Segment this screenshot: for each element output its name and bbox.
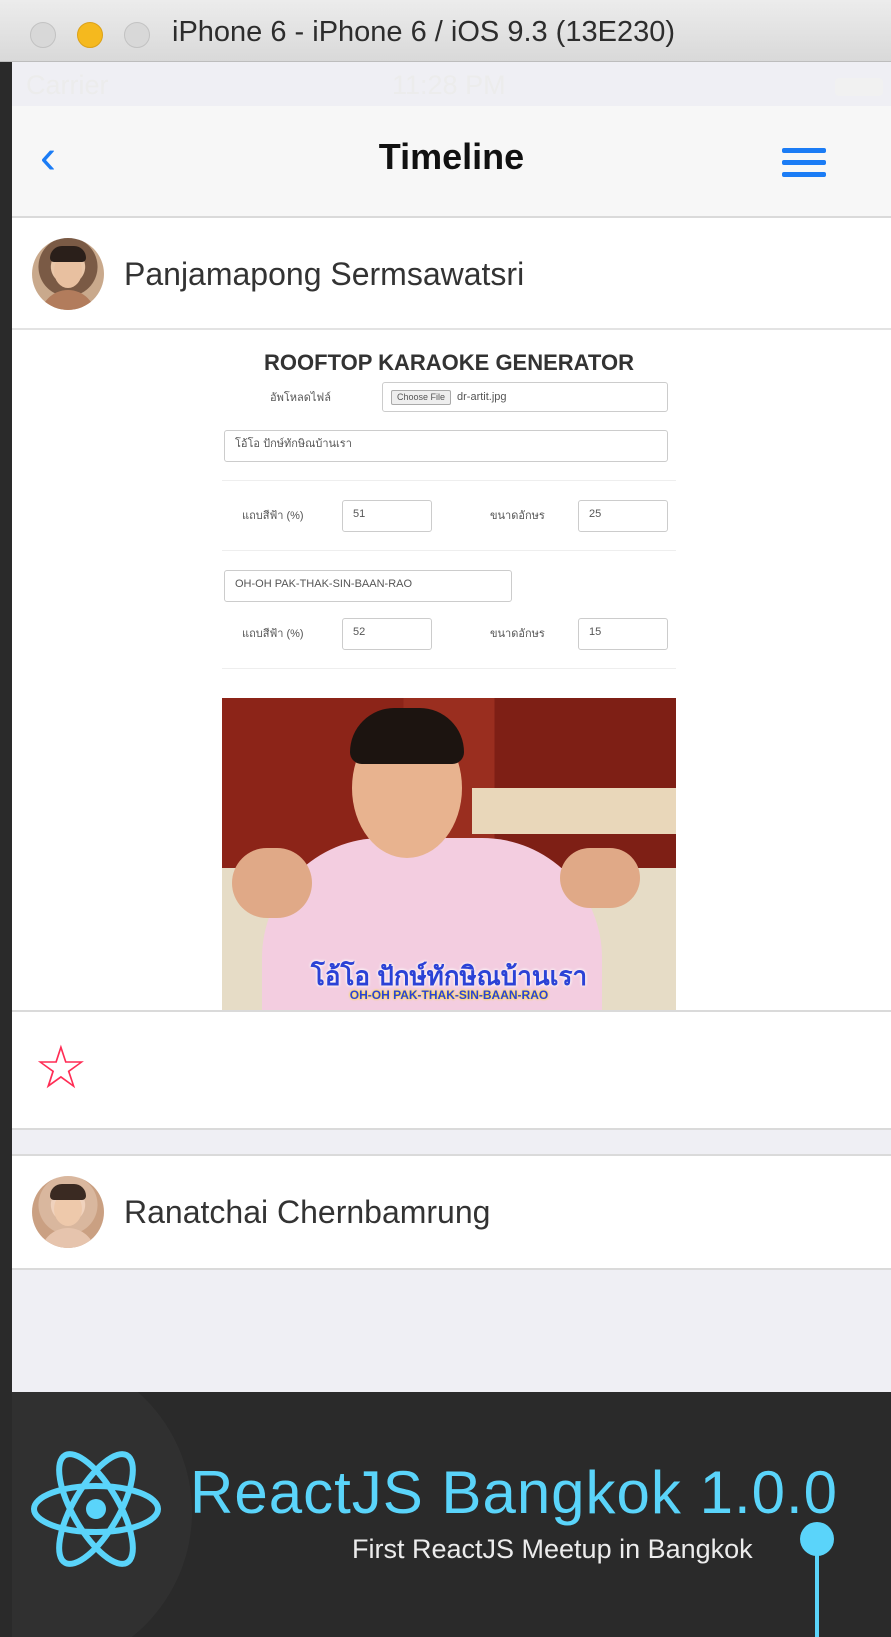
photo-hand-right — [560, 848, 640, 908]
font-size-input: 15 — [578, 618, 668, 650]
karaoke-subtitle-roman: OH-OH PAK-THAK-SIN-BAAN-RAO — [349, 988, 549, 1002]
choose-file-button: Choose File — [391, 390, 452, 405]
carrier-label: Carrier — [26, 70, 109, 100]
post-header[interactable]: Ranatchai Chernbamrung — [12, 1156, 891, 1268]
roman-text-input: OH-OH PAK-THAK-SIN-BAAN-RAO — [224, 570, 512, 602]
font-size-label: ขนาดอักษร — [490, 628, 545, 640]
window-close-button[interactable] — [30, 22, 56, 48]
divider — [222, 550, 676, 551]
hamburger-menu-icon[interactable] — [782, 148, 826, 184]
form-title: ROOFTOP KARAOKE GENERATOR — [264, 350, 634, 375]
bar-percent-input: 52 — [342, 618, 432, 650]
menu-line — [782, 172, 826, 177]
upload-label: อัพโหลดไฟล์ — [270, 392, 331, 404]
banner-subtitle: First ReactJS Meetup in Bangkok — [352, 1534, 753, 1564]
post-actions: ☆ — [12, 1010, 891, 1128]
react-logo-icon — [31, 1451, 161, 1567]
window-title: iPhone 6 - iPhone 6 / iOS 9.3 (13E230) — [172, 16, 675, 48]
timeline-post: Ranatchai Chernbamrung — [12, 1154, 891, 1270]
karaoke-form-screenshot: ROOFTOP KARAOKE GENERATOR อัพโหลดไฟล์ Ch… — [222, 344, 676, 704]
timeline-post: Panjamapong Sermsawatsri ROOFTOP KARAOKE… — [12, 216, 891, 1130]
karaoke-photo: โอ้โอ ปักษ์ทักษิณบ้านเรา OH-OH PAK-THAK-… — [222, 698, 676, 1016]
file-name: dr-artit.jpg — [457, 391, 507, 403]
thai-text-input: โอ้โอ ปักษ์ทักษิณบ้านเรา — [224, 430, 668, 462]
avatar-body — [40, 290, 96, 310]
avatar-hair — [50, 246, 86, 262]
star-icon[interactable]: ☆ — [34, 1038, 88, 1098]
bar-percent-label: แถบสีฟ้า (%) — [242, 628, 304, 640]
pin-line — [815, 1554, 819, 1637]
divider — [222, 480, 676, 481]
avatar[interactable] — [32, 1176, 104, 1248]
file-input: Choose File dr-artit.jpg — [382, 382, 668, 412]
navigation-bar: ‹ Timeline — [12, 106, 891, 218]
photo-hand-left — [232, 848, 312, 918]
divider — [222, 668, 676, 669]
bar-percent-input: 51 — [342, 500, 432, 532]
post-author-name[interactable]: Ranatchai Chernbamrung — [124, 1194, 490, 1231]
avatar-body — [40, 1228, 96, 1248]
post-image[interactable]: ROOFTOP KARAOKE GENERATOR อัพโหลดไฟล์ Ch… — [12, 330, 891, 1016]
photo-shelf — [472, 788, 676, 834]
event-banner: ReactJS Bangkok 1.0.0 First ReactJS Meet… — [12, 1392, 891, 1637]
menu-line — [782, 160, 826, 165]
window-minimize-button[interactable] — [77, 22, 103, 48]
simulator-titlebar: iPhone 6 - iPhone 6 / iOS 9.3 (13E230) — [0, 0, 891, 62]
battery-icon — [835, 78, 883, 96]
font-size-label: ขนาดอักษร — [490, 510, 545, 522]
avatar-hair — [50, 1184, 86, 1200]
photo-person-hair — [350, 708, 464, 764]
window-edge — [0, 62, 12, 1637]
window-zoom-button[interactable] — [124, 22, 150, 48]
banner-title: ReactJS Bangkok 1.0.0 — [190, 1459, 839, 1526]
status-bar: Carrier 11:28 PM — [12, 62, 891, 106]
status-time: 11:28 PM — [392, 70, 506, 100]
pin-dot-icon — [800, 1522, 834, 1556]
bar-percent-label: แถบสีฟ้า (%) — [242, 510, 304, 522]
post-author-name[interactable]: Panjamapong Sermsawatsri — [124, 256, 524, 293]
post-header[interactable]: Panjamapong Sermsawatsri — [12, 218, 891, 330]
menu-line — [782, 148, 826, 153]
avatar[interactable] — [32, 238, 104, 310]
page-title: Timeline — [378, 136, 525, 177]
font-size-input: 25 — [578, 500, 668, 532]
